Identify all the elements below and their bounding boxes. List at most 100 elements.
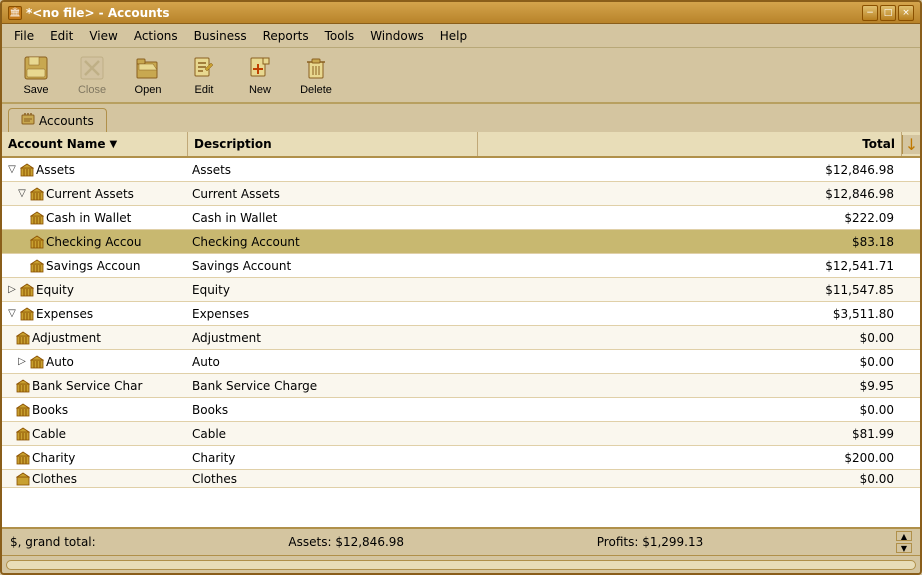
account-name: Expenses xyxy=(36,307,93,321)
cell-name-current-assets: ▽ Current Assets xyxy=(2,182,188,205)
table-row[interactable]: Books Books $0.00 xyxy=(2,398,920,422)
menu-help[interactable]: Help xyxy=(432,27,475,45)
tab-label: Accounts xyxy=(39,114,94,128)
account-type-icon xyxy=(16,379,30,393)
menu-reports[interactable]: Reports xyxy=(255,27,317,45)
minimize-button[interactable]: − xyxy=(862,5,878,21)
status-bar: $, grand total: Assets: $12,846.98 Profi… xyxy=(2,527,920,555)
close-button[interactable]: × xyxy=(898,5,914,21)
cell-total: $81.99 xyxy=(478,422,902,445)
cell-desc: Books xyxy=(188,398,478,421)
col-header-total[interactable]: Total xyxy=(478,132,902,156)
cell-desc: Clothes xyxy=(188,470,478,487)
menu-file[interactable]: File xyxy=(6,27,42,45)
save-icon xyxy=(22,54,50,82)
window-icon: 🏛 xyxy=(8,6,22,20)
delete-button[interactable]: Delete xyxy=(290,51,342,99)
status-spinner[interactable]: ▲ ▼ xyxy=(896,531,912,553)
cell-desc-assets: Assets xyxy=(188,158,478,181)
cell-name-bank-service: Bank Service Char xyxy=(2,374,188,397)
expand-icon[interactable]: ▽ xyxy=(16,188,28,200)
cell-name-adjustment: Adjustment xyxy=(2,326,188,349)
col-header-name[interactable]: Account Name ▼ xyxy=(2,132,188,156)
cell-total: $9.95 xyxy=(478,374,902,397)
horizontal-scrollbar[interactable] xyxy=(6,560,916,570)
accounts-tab[interactable]: Accounts xyxy=(8,108,107,132)
account-name: Charity xyxy=(32,451,75,465)
table-row[interactable]: ▽ Current Assets Current Assets $12,846.… xyxy=(2,182,920,206)
table-row[interactable]: Cable Cable $81.99 xyxy=(2,422,920,446)
account-type-icon xyxy=(16,451,30,465)
expand-icon[interactable]: ▽ xyxy=(6,164,18,176)
maximize-button[interactable]: □ xyxy=(880,5,896,21)
expand-icon[interactable]: ▷ xyxy=(16,356,28,368)
cell-desc: Cable xyxy=(188,422,478,445)
account-name: Savings Accoun xyxy=(46,259,140,273)
open-icon xyxy=(134,54,162,82)
cell-desc: Savings Account xyxy=(188,254,478,277)
table-row[interactable]: Clothes Clothes $0.00 xyxy=(2,470,920,488)
save-button[interactable]: Save xyxy=(10,51,62,99)
table-row[interactable]: Cash in Wallet Cash in Wallet $222.09 xyxy=(2,206,920,230)
cell-total: $12,541.71 xyxy=(478,254,902,277)
table-row[interactable]: Savings Accoun Savings Account $12,541.7… xyxy=(2,254,920,278)
account-name: Auto xyxy=(46,355,74,369)
open-button[interactable]: Open xyxy=(122,51,174,99)
account-type-icon xyxy=(30,355,44,369)
toolbar: Save Close Open xyxy=(2,48,920,104)
accounts-table: Account Name ▼ Description Total ↓ xyxy=(2,132,920,527)
new-button[interactable]: New xyxy=(234,51,286,99)
edit-button[interactable]: Edit xyxy=(178,51,230,99)
cell-name-auto: ▷ Auto xyxy=(2,350,188,373)
table-row[interactable]: Adjustment Adjustment $0.00 xyxy=(2,326,920,350)
cell-total: $200.00 xyxy=(478,446,902,469)
account-type-icon xyxy=(20,307,34,321)
account-type-icon xyxy=(30,259,44,273)
cell-total: $83.18 xyxy=(478,230,902,253)
profits-total: Profits: $1,299.13 xyxy=(597,535,703,549)
close-button-toolbar[interactable]: Close xyxy=(66,51,118,99)
window-title: *<no file> - Accounts xyxy=(26,6,170,20)
account-name: Books xyxy=(32,403,68,417)
account-type-icon xyxy=(16,331,30,345)
account-name: Adjustment xyxy=(32,331,101,345)
table-row[interactable]: ▷ Equity Equity $11,547.85 xyxy=(2,278,920,302)
table-row[interactable]: ▽ Expenses Expenses $3,511.80 xyxy=(2,302,920,326)
account-type-icon xyxy=(16,472,30,486)
spinner-up[interactable]: ▲ xyxy=(896,531,912,541)
spinner-down[interactable]: ▼ xyxy=(896,543,912,553)
account-name: Checking Accou xyxy=(46,235,141,249)
expand-icon[interactable]: ▷ xyxy=(6,284,18,296)
cell-desc: Charity xyxy=(188,446,478,469)
title-bar-buttons: − □ × xyxy=(862,5,914,21)
table-row[interactable]: Bank Service Char Bank Service Charge $9… xyxy=(2,374,920,398)
cell-desc: Checking Account xyxy=(188,230,478,253)
cell-total: $11,547.85 xyxy=(478,278,902,301)
menu-windows[interactable]: Windows xyxy=(362,27,432,45)
account-name: Cable xyxy=(32,427,66,441)
table-row[interactable]: ▽ Assets Assets $12,846.98 xyxy=(2,158,920,182)
account-name: Clothes xyxy=(32,472,77,486)
title-bar: 🏛 *<no file> - Accounts − □ × xyxy=(2,2,920,24)
table-row[interactable]: ▷ Auto Auto $0.00 xyxy=(2,350,920,374)
col-header-desc[interactable]: Description xyxy=(188,132,478,156)
new-icon xyxy=(246,54,274,82)
menu-view[interactable]: View xyxy=(81,27,125,45)
close-icon xyxy=(78,54,106,82)
account-name: Equity xyxy=(36,283,74,297)
table-row[interactable]: Charity Charity $200.00 xyxy=(2,446,920,470)
account-type-icon xyxy=(30,187,44,201)
cell-desc: Equity xyxy=(188,278,478,301)
main-window: 🏛 *<no file> - Accounts − □ × File Edit … xyxy=(0,0,922,575)
menu-tools[interactable]: Tools xyxy=(317,27,363,45)
sort-arrow-name: ▼ xyxy=(110,139,118,150)
account-type-icon xyxy=(20,283,34,297)
expand-icon[interactable]: ▽ xyxy=(6,308,18,320)
scroll-up-indicator[interactable]: ↓ xyxy=(902,135,920,154)
cell-desc: Adjustment xyxy=(188,326,478,349)
scroll-arrow-icon: ↓ xyxy=(905,135,918,154)
table-row[interactable]: Checking Accou Checking Account $83.18 xyxy=(2,230,920,254)
menu-business[interactable]: Business xyxy=(186,27,255,45)
menu-actions[interactable]: Actions xyxy=(126,27,186,45)
menu-edit[interactable]: Edit xyxy=(42,27,81,45)
